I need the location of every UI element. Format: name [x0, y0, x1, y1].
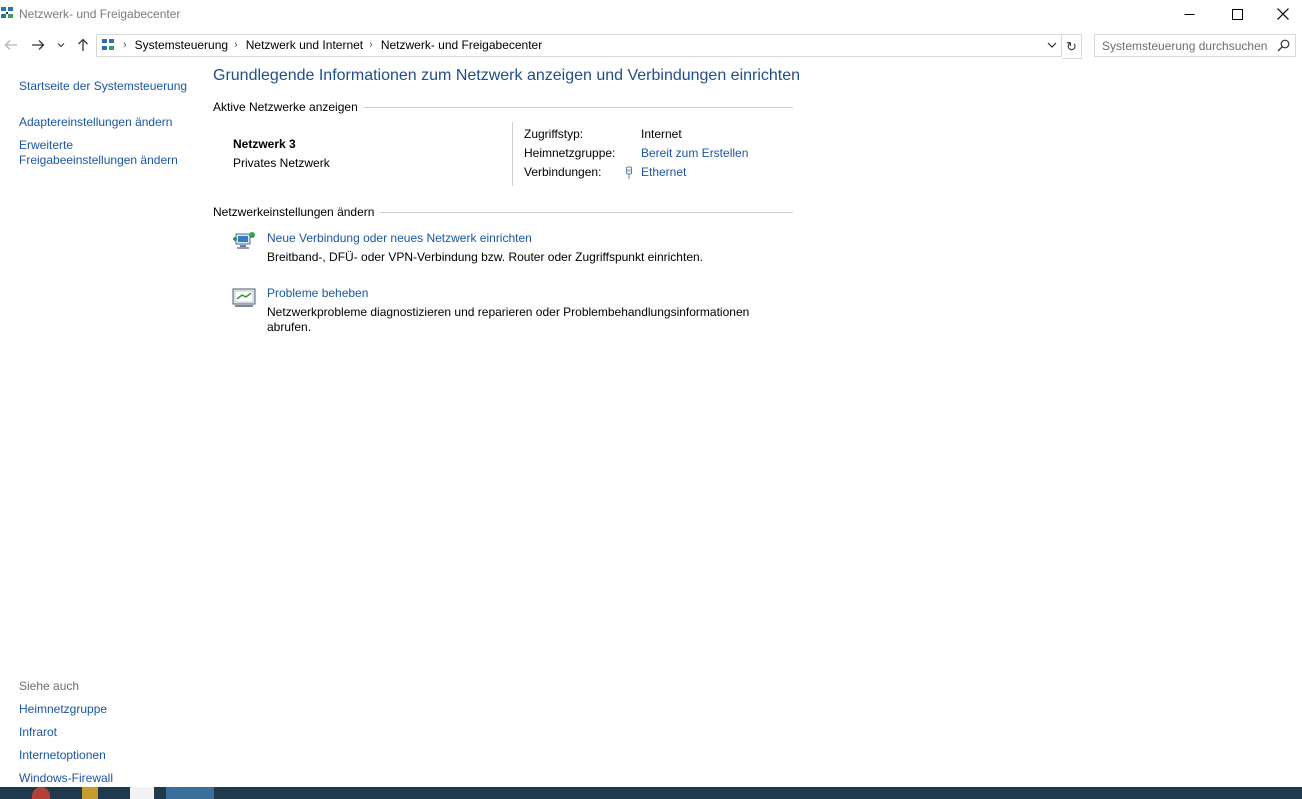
change-settings-heading: Netzwerkeinstellungen ändern	[213, 205, 375, 219]
close-button[interactable]	[1260, 0, 1302, 28]
ethernet-icon	[626, 166, 632, 179]
taskbar-app-icon[interactable]	[32, 787, 50, 799]
breadcrumb-item-freigabecenter[interactable]: Netzwerk- und Freigabecenter	[381, 38, 542, 52]
network-details-divider	[512, 122, 513, 186]
close-icon	[1277, 8, 1289, 20]
title-bar: Netzwerk- und Freigabecenter	[0, 0, 1302, 30]
control-panel-icon	[102, 39, 114, 50]
active-networks-heading: Aktive Netzwerke anzeigen	[213, 100, 358, 114]
sidebar-link-advanced-sharing-settings[interactable]: Erweiterte Freigabeeinstellungen ändern	[19, 138, 178, 168]
troubleshoot-link[interactable]: Probleme beheben	[267, 286, 368, 300]
forward-button[interactable]	[28, 32, 48, 58]
navigation-bar: › Systemsteuerung › Netzwerk und Interne…	[0, 32, 1302, 60]
new-connection-icon[interactable]	[232, 230, 256, 252]
taskbar	[0, 787, 1302, 799]
sidebar-link-label-line1: Erweiterte	[19, 138, 74, 152]
refresh-icon: ↻	[1066, 38, 1077, 54]
minimize-icon	[1184, 13, 1194, 15]
arrow-left-icon	[4, 40, 17, 50]
troubleshoot-icon[interactable]	[232, 286, 256, 308]
active-networks-section-header: Aktive Netzwerke anzeigen	[213, 100, 793, 114]
access-type-value: Internet	[641, 127, 682, 141]
see-also-link-internet-options[interactable]: Internetoptionen	[19, 748, 106, 763]
homegroup-label: Heimnetzgruppe:	[524, 146, 616, 160]
network-center-icon	[1, 7, 13, 18]
sidebar-link-label-line2: Freigabeeinstellungen ändern	[19, 153, 178, 167]
page-title: Grundlegende Informationen zum Netzwerk …	[213, 67, 801, 84]
see-also-heading: Siehe auch	[19, 679, 80, 693]
maximize-icon	[1231, 8, 1243, 20]
minimize-button[interactable]	[1166, 0, 1212, 28]
taskbar-active-app[interactable]	[166, 787, 214, 799]
search-input[interactable]	[1095, 35, 1280, 56]
ethernet-connection-link[interactable]: Ethernet	[641, 165, 686, 179]
breadcrumb-item-netzwerk-und-internet[interactable]: Netzwerk und Internet	[246, 38, 363, 52]
setup-new-connection-description: Breitband-, DFÜ- oder VPN-Verbindung bzw…	[267, 250, 703, 264]
refresh-button[interactable]: ↻	[1062, 34, 1082, 59]
arrow-right-icon	[32, 40, 45, 50]
homegroup-link[interactable]: Bereit zum Erstellen	[641, 146, 748, 160]
breadcrumb: › Systemsteuerung › Netzwerk und Interne…	[117, 38, 542, 52]
sidebar: Startseite der Systemsteuerung Adapterei…	[0, 62, 205, 787]
arrow-up-icon	[78, 38, 88, 51]
taskbar-window-icon[interactable]	[130, 787, 154, 799]
see-also-link-windows-firewall[interactable]: Windows-Firewall	[19, 771, 113, 786]
breadcrumb-item-systemsteuerung[interactable]: Systemsteuerung	[135, 38, 228, 52]
sidebar-link-control-panel-home[interactable]: Startseite der Systemsteuerung	[19, 79, 187, 94]
breadcrumb-separator: ›	[123, 39, 127, 51]
access-type-label: Zugriffstyp:	[524, 127, 584, 141]
network-profile-type: Privates Netzwerk	[233, 156, 330, 170]
up-button[interactable]	[73, 32, 93, 58]
network-name: Netzwerk 3	[233, 137, 296, 151]
breadcrumb-separator: ›	[369, 39, 373, 51]
section-divider	[380, 211, 793, 213]
back-button[interactable]	[1, 32, 21, 58]
setup-new-connection-link[interactable]: Neue Verbindung oder neues Netzwerk einr…	[267, 231, 532, 245]
chevron-down-icon	[57, 43, 65, 48]
taskbar-folder-icon[interactable]	[82, 787, 98, 799]
address-bar[interactable]: › Systemsteuerung › Netzwerk und Interne…	[96, 34, 1062, 57]
section-divider	[363, 106, 793, 108]
breadcrumb-separator: ›	[234, 39, 238, 51]
see-also-link-infrared[interactable]: Infrarot	[19, 725, 57, 740]
window-title: Netzwerk- und Freigabecenter	[19, 7, 181, 21]
maximize-button[interactable]	[1214, 0, 1260, 28]
recent-locations-button[interactable]	[54, 32, 68, 58]
change-settings-section-header: Netzwerkeinstellungen ändern	[213, 205, 793, 219]
search-box[interactable]	[1094, 34, 1296, 57]
troubleshoot-description: Netzwerkprobleme diagnostizieren und rep…	[267, 305, 750, 334]
search-icon[interactable]	[1277, 39, 1290, 52]
sidebar-link-adapter-settings[interactable]: Adaptereinstellungen ändern	[19, 115, 172, 130]
connections-label: Verbindungen:	[524, 165, 602, 179]
chevron-down-icon[interactable]	[1046, 39, 1058, 51]
see-also-link-homegroup[interactable]: Heimnetzgruppe	[19, 702, 107, 717]
